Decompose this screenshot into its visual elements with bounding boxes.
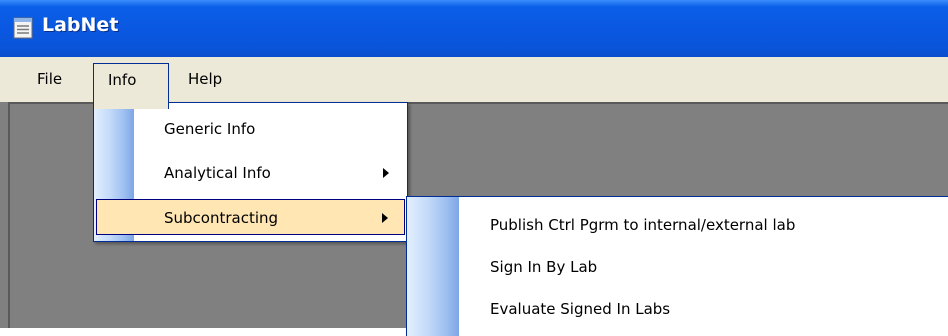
menu-file[interactable]: File xyxy=(29,63,77,95)
info-dropdown-menu: Generic Info Analytical Info Subcontract… xyxy=(93,102,408,242)
menu-bar: File Info Help xyxy=(0,57,948,109)
menu-info[interactable]: Info xyxy=(93,63,169,109)
submenu-arrow-icon xyxy=(383,168,389,178)
app-window-icon xyxy=(13,17,33,39)
menu-item-label: Subcontracting xyxy=(164,209,279,227)
menu-item-sign-in-by-lab[interactable]: Sign In By Lab xyxy=(407,249,948,285)
menu-item-generic-info[interactable]: Generic Info xyxy=(94,111,407,147)
menu-help[interactable]: Help xyxy=(179,63,239,95)
menu-item-label: Publish Ctrl Pgrm to internal/external l… xyxy=(490,216,796,234)
menu-item-label: Generic Info xyxy=(164,120,256,138)
menu-item-subcontracting[interactable]: Subcontracting xyxy=(96,199,405,235)
submenu-arrow-icon xyxy=(382,213,388,223)
menu-item-evaluate-signed-in-labs[interactable]: Evaluate Signed In Labs xyxy=(407,291,948,327)
menu-item-label: Sign In By Lab xyxy=(490,258,598,276)
menu-item-analytical-info[interactable]: Analytical Info xyxy=(94,155,407,191)
menu-item-label: Analytical Info xyxy=(164,164,271,182)
title-bar[interactable]: LabNet xyxy=(0,0,948,57)
menu-item-publish-ctrl-pgrm[interactable]: Publish Ctrl Pgrm to internal/external l… xyxy=(407,207,948,243)
subcontracting-submenu: Publish Ctrl Pgrm to internal/external l… xyxy=(406,196,948,336)
menu-item-label: Evaluate Signed In Labs xyxy=(490,300,671,318)
app-window: LabNet File Info Help Generic Info Analy… xyxy=(0,0,948,336)
window-title: LabNet xyxy=(42,14,119,36)
